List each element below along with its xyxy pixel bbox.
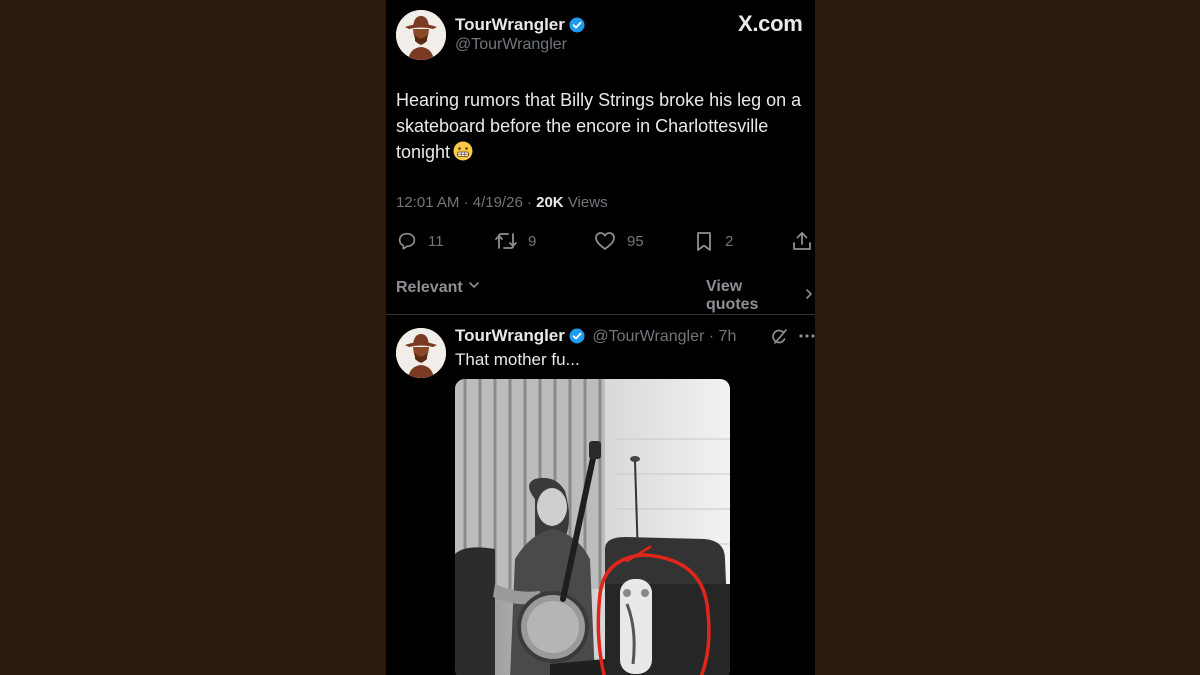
reply-count: 11 bbox=[428, 232, 444, 250]
chevron-down-icon bbox=[467, 278, 481, 297]
brand-logo: X.com bbox=[738, 11, 803, 36]
grimacing-face-icon bbox=[453, 141, 473, 161]
like-action[interactable]: 95 bbox=[593, 230, 644, 252]
reply-author-avatar[interactable] bbox=[396, 328, 446, 378]
like-icon bbox=[593, 230, 617, 252]
quotes-label: View quotes bbox=[706, 278, 759, 313]
author-row: TourWrangler bbox=[455, 15, 585, 38]
tweet-time: 12:01 AM bbox=[396, 194, 460, 211]
divider bbox=[386, 314, 815, 315]
author-handle[interactable]: @TourWrangler bbox=[455, 36, 567, 54]
bookmark-action[interactable]: 2 bbox=[693, 230, 733, 252]
reply-author-handle[interactable]: @TourWrangler bbox=[592, 328, 704, 345]
grok-icon[interactable] bbox=[769, 327, 789, 352]
chevron-right-icon bbox=[803, 287, 815, 306]
reply-photo[interactable] bbox=[455, 379, 730, 675]
more-icon[interactable] bbox=[798, 327, 815, 350]
verified-icon bbox=[569, 17, 585, 38]
reply-icon bbox=[396, 230, 418, 252]
tweet-meta: 12:01 AM · 4/19/26 · 20K Views bbox=[396, 194, 608, 211]
phone-screen: TourWrangler @TourWrangler X.com Hearing… bbox=[386, 0, 815, 675]
share-action[interactable] bbox=[791, 230, 813, 252]
view-quotes-link[interactable]: View quotes bbox=[706, 278, 815, 314]
tweet-date: 4/19/26 bbox=[472, 194, 523, 211]
like-count: 95 bbox=[627, 232, 644, 250]
reply-age: 7h bbox=[718, 328, 737, 345]
reply-header: TourWrangler @TourWrangler · 7h bbox=[455, 326, 736, 349]
tweet-text: Hearing rumors that Billy Strings broke … bbox=[396, 87, 812, 165]
reply-action[interactable]: 11 bbox=[396, 230, 444, 252]
repost-count: 9 bbox=[528, 232, 537, 250]
repost-icon bbox=[494, 230, 518, 252]
sort-dropdown[interactable]: Relevant bbox=[396, 278, 481, 297]
repost-action[interactable]: 9 bbox=[494, 230, 536, 252]
skateboard bbox=[620, 579, 652, 674]
reply-text: That mother fu... bbox=[455, 350, 580, 369]
views-label: Views bbox=[567, 194, 608, 211]
bookmark-icon bbox=[693, 230, 715, 252]
couch-left bbox=[455, 547, 495, 675]
photo-scene bbox=[455, 379, 730, 675]
author-name[interactable]: TourWrangler bbox=[455, 15, 565, 34]
verified-icon bbox=[569, 328, 585, 349]
reply-author-name[interactable]: TourWrangler bbox=[455, 326, 565, 345]
bookmark-count: 2 bbox=[725, 232, 734, 250]
sort-label: Relevant bbox=[396, 278, 463, 296]
author-avatar[interactable] bbox=[396, 10, 446, 60]
views-count: 20K bbox=[536, 194, 564, 211]
share-icon bbox=[791, 230, 813, 252]
